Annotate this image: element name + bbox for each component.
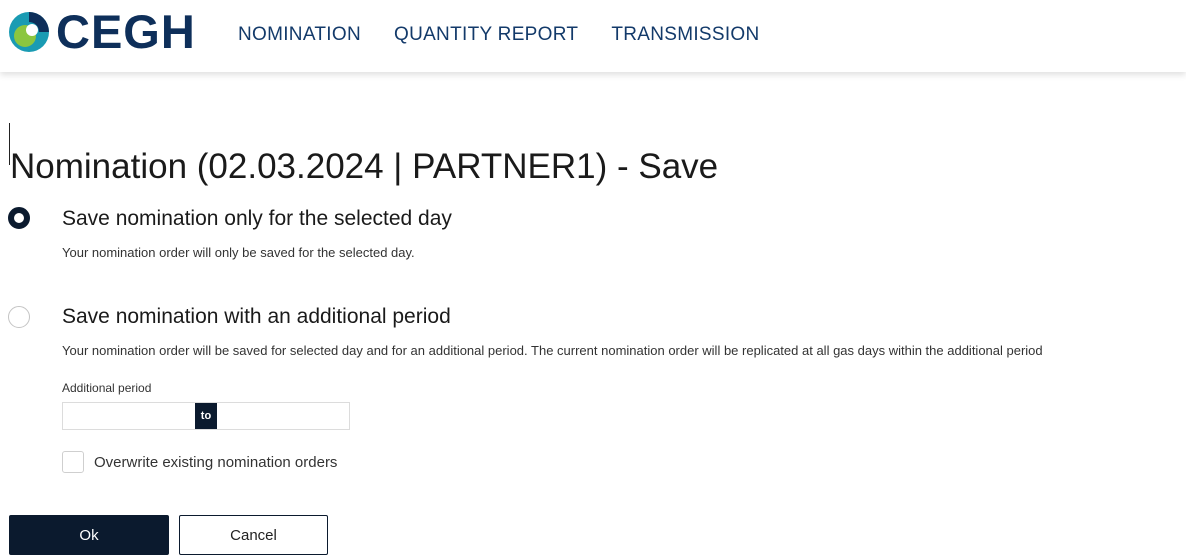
radio-additional-period[interactable] [8, 306, 30, 328]
cegh-logo-icon [8, 11, 50, 53]
option-selected-day-description: Your nomination order will only be saved… [62, 245, 415, 260]
option-selected-day-label[interactable]: Save nomination only for the selected da… [62, 207, 452, 231]
period-from-input[interactable] [63, 403, 199, 431]
period-until-input[interactable] [217, 403, 353, 431]
nav-item-transmission[interactable]: TRANSMISSION [611, 24, 759, 46]
nav-item-nomination[interactable]: NOMINATION [238, 24, 361, 46]
ok-button[interactable]: Ok [9, 515, 169, 555]
brand-name: CEGH [56, 5, 196, 58]
additional-period-range: to [62, 402, 353, 431]
option-additional-period-description: Your nomination order will be saved for … [62, 343, 1043, 358]
main-nav: NOMINATION QUANTITY REPORT TRANSMISSION [238, 24, 793, 46]
overwrite-checkbox[interactable] [62, 451, 84, 473]
period-to-separator: to [195, 403, 217, 429]
top-header: CEGH NOMINATION QUANTITY REPORT TRANSMIS… [0, 0, 1186, 72]
additional-period-label: Additional period [62, 381, 152, 395]
page-title: Nomination (02.03.2024 | PARTNER1) - Sav… [10, 147, 719, 187]
option-additional-period-label[interactable]: Save nomination with an additional perio… [62, 305, 451, 329]
cegh-logo[interactable]: CEGH [8, 8, 196, 56]
radio-selected-day[interactable] [8, 207, 30, 229]
cancel-button[interactable]: Cancel [179, 515, 328, 555]
nav-item-quantity-report[interactable]: QUANTITY REPORT [394, 24, 578, 46]
overwrite-checkbox-label[interactable]: Overwrite existing nomination orders [94, 454, 337, 471]
